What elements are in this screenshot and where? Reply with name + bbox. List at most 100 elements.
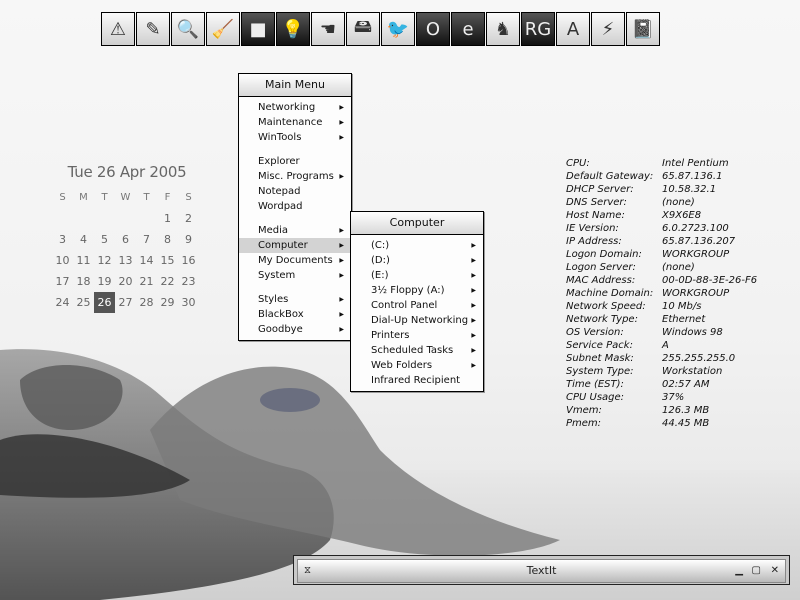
- rg-button[interactable]: RG: [521, 12, 555, 46]
- pencil-button[interactable]: ✎: [136, 12, 170, 46]
- menu-item-d[interactable]: (D:) ▶: [351, 253, 483, 268]
- notebook-button[interactable]: 📓: [626, 12, 660, 46]
- calendar-day[interactable]: 19: [94, 271, 115, 292]
- calendar-day[interactable]: 20: [115, 271, 136, 292]
- menu-item-media[interactable]: Media ▶: [239, 223, 351, 238]
- menu-item-label: Wordpad: [258, 201, 303, 212]
- menu-item-notepad[interactable]: Notepad: [239, 184, 351, 199]
- menu-item-goodbye[interactable]: Goodbye ▶: [239, 322, 351, 337]
- calendar-day[interactable]: 24: [52, 292, 73, 313]
- system-info-panel: CPU: Intel Pentium Default Gateway: 65.87.1…: [566, 157, 757, 430]
- aim-button[interactable]: A: [556, 12, 590, 46]
- menu-item-system[interactable]: System ▶: [239, 268, 351, 283]
- computer-submenu: Computer (C:) ▶ (D:) ▶ (E:) ▶ 3½ Floppy (A:) ▶ C…: [350, 211, 484, 392]
- menu-item-computer[interactable]: Computer ▶: [239, 238, 351, 253]
- winamp-button[interactable]: ⚡: [591, 12, 625, 46]
- hand-cursor-button[interactable]: ☚: [311, 12, 345, 46]
- minimize-button[interactable]: ▁: [735, 560, 743, 582]
- calendar-day[interactable]: 21: [136, 271, 157, 292]
- menu-item-blackbox[interactable]: BlackBox ▶: [239, 307, 351, 322]
- menu-item-label: Maintenance: [258, 117, 323, 128]
- sysinfo-row: Network Speed: 10 Mb/s: [566, 300, 757, 313]
- menu-item-wintools[interactable]: WinTools ▶: [239, 130, 351, 145]
- menu-item-label: Notepad: [258, 186, 301, 197]
- calendar-today[interactable]: 26: [94, 292, 115, 313]
- sysinfo-value: (none): [662, 262, 695, 273]
- calendar-day[interactable]: 22: [157, 271, 178, 292]
- sysinfo-value: 65.87.136.1: [662, 171, 723, 182]
- calendar-day[interactable]: 28: [136, 292, 157, 313]
- pegasus-button[interactable]: ♞: [486, 12, 520, 46]
- textit-titlebar[interactable]: ⧖ TextIt ▁ ▢ ✕: [297, 559, 786, 583]
- menu-item-control-panel[interactable]: Control Panel ▶: [351, 298, 483, 313]
- menu-item-infrared-recipient[interactable]: Infrared Recipient: [351, 373, 483, 388]
- menu-item-label: Misc. Programs: [258, 171, 334, 182]
- calendar-day[interactable]: 6: [115, 229, 136, 250]
- warning-button[interactable]: ⚠: [101, 12, 135, 46]
- sysinfo-value: 44.45 MB: [662, 418, 710, 429]
- sysinfo-value: WORKGROUP: [662, 288, 730, 299]
- calendar-weekday: T: [101, 192, 108, 203]
- maximize-button[interactable]: ▢: [752, 560, 761, 582]
- sysinfo-key: Default Gateway:: [566, 171, 654, 182]
- calendar-day[interactable]: 9: [178, 229, 199, 250]
- calendar-day[interactable]: 16: [178, 250, 199, 271]
- broom-button[interactable]: 🧹: [206, 12, 240, 46]
- menu-item-label: Goodbye: [258, 324, 303, 335]
- calendar-day[interactable]: 29: [157, 292, 178, 313]
- calendar-day[interactable]: 30: [178, 292, 199, 313]
- menu-item-maintenance[interactable]: Maintenance ▶: [239, 115, 351, 130]
- calendar-day[interactable]: 23: [178, 271, 199, 292]
- menu-item-explorer[interactable]: Explorer: [239, 154, 351, 169]
- menu-item-scheduled-tasks[interactable]: Scheduled Tasks ▶: [351, 343, 483, 358]
- sysinfo-key: CPU:: [566, 158, 590, 169]
- menu-item-wordpad[interactable]: Wordpad: [239, 199, 351, 214]
- close-button[interactable]: ✕: [771, 560, 779, 582]
- menu-item-3-floppy-a[interactable]: 3½ Floppy (A:) ▶: [351, 283, 483, 298]
- calendar-day[interactable]: 17: [52, 271, 73, 292]
- square-button[interactable]: ■: [241, 12, 275, 46]
- bird-button[interactable]: 🐦: [381, 12, 415, 46]
- calendar-day[interactable]: 8: [157, 229, 178, 250]
- sysinfo-value: 10 Mb/s: [662, 301, 702, 312]
- menu-item-label: My Documents: [258, 255, 333, 266]
- menu-item-misc-programs[interactable]: Misc. Programs ▶: [239, 169, 351, 184]
- calendar-day[interactable]: 27: [115, 292, 136, 313]
- menu-item-my-documents[interactable]: My Documents ▶: [239, 253, 351, 268]
- menu-item-networking[interactable]: Networking ▶: [239, 100, 351, 115]
- sysinfo-row: CPU Usage: 37%: [566, 391, 757, 404]
- calendar-day[interactable]: 18: [73, 271, 94, 292]
- menu-item-printers[interactable]: Printers ▶: [351, 328, 483, 343]
- calendar-day[interactable]: 13: [115, 250, 136, 271]
- menu-item-e[interactable]: (E:) ▶: [351, 268, 483, 283]
- lightbulb-button[interactable]: 💡: [276, 12, 310, 46]
- calendar-day[interactable]: 2: [178, 208, 199, 229]
- magnifier-button[interactable]: 🔍: [171, 12, 205, 46]
- calendar-day[interactable]: 7: [136, 229, 157, 250]
- sysinfo-value: 65.87.136.207: [662, 236, 736, 247]
- sysinfo-key: OS Version:: [566, 327, 624, 338]
- menu-item-dial-up-networking[interactable]: Dial-Up Networking ▶: [351, 313, 483, 328]
- menu-item-styles[interactable]: Styles ▶: [239, 292, 351, 307]
- calendar-day[interactable]: 12: [94, 250, 115, 271]
- calendar-day[interactable]: 15: [157, 250, 178, 271]
- calendar-day[interactable]: 3: [52, 229, 73, 250]
- menu-item-label: System: [258, 270, 296, 281]
- calendar-day[interactable]: 5: [94, 229, 115, 250]
- sysinfo-row: CPU: Intel Pentium: [566, 157, 757, 170]
- menu-item-web-folders[interactable]: Web Folders ▶: [351, 358, 483, 373]
- menu-item-c[interactable]: (C:) ▶: [351, 238, 483, 253]
- opera-button[interactable]: O: [416, 12, 450, 46]
- menu-item-label: (E:): [371, 270, 389, 281]
- sysinfo-key: DHCP Server:: [566, 184, 634, 195]
- calendar-weekday: F: [164, 192, 171, 203]
- calendar-day[interactable]: 4: [73, 229, 94, 250]
- calendar-day[interactable]: 10: [52, 250, 73, 271]
- ie-button[interactable]: e: [451, 12, 485, 46]
- calendar-day[interactable]: 1: [157, 208, 178, 229]
- calendar-day[interactable]: 25: [73, 292, 94, 313]
- calendar-day[interactable]: 14: [136, 250, 157, 271]
- drive-button[interactable]: 🖴: [346, 12, 380, 46]
- warning-icon: ⚠: [109, 18, 127, 40]
- calendar-day[interactable]: 11: [73, 250, 94, 271]
